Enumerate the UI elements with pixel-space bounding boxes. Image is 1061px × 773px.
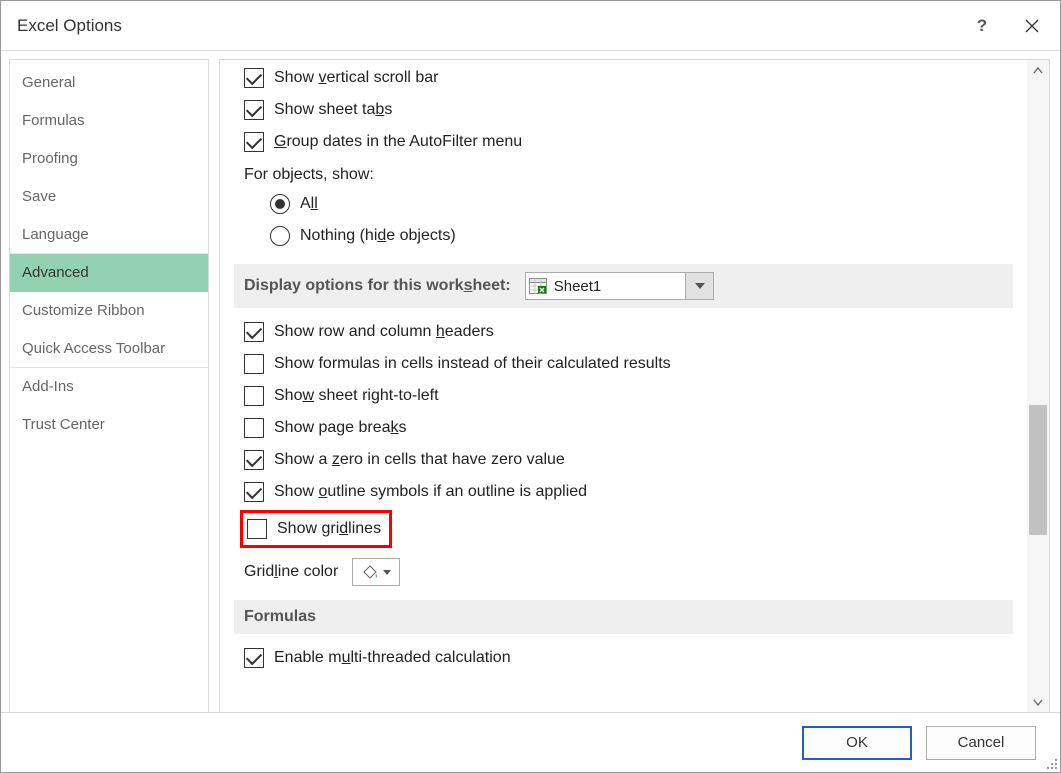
checkbox[interactable] <box>244 648 264 668</box>
help-button[interactable]: ? <box>972 16 992 36</box>
checkbox-label: Show sheet tabs <box>274 101 392 119</box>
section-title: Formulas <box>244 608 316 626</box>
ok-button[interactable]: OK <box>802 726 912 760</box>
worksheet-icon <box>526 273 550 299</box>
category-sidebar: General Formulas Proofing Save Language … <box>9 59 209 714</box>
sidebar-item-add-ins[interactable]: Add-Ins <box>10 368 208 406</box>
for-objects-show-label: For objects, show: <box>244 166 1013 184</box>
checkbox[interactable] <box>244 386 264 406</box>
sidebar-item-quick-access[interactable]: Quick Access Toolbar <box>10 330 208 368</box>
checkbox-label: Show formulas in cells instead of their … <box>274 355 671 373</box>
worksheet-selector[interactable]: Sheet1 <box>525 272 715 300</box>
option-show-vertical-scroll[interactable]: Show vertical scroll bar <box>244 64 1013 92</box>
checkbox[interactable] <box>244 322 264 342</box>
checkbox-label: Show vertical scroll bar <box>274 69 439 87</box>
sidebar-item-trust-center[interactable]: Trust Center <box>10 406 208 444</box>
radio-label: Nothing (hide objects) <box>300 227 456 245</box>
checkbox[interactable] <box>244 418 264 438</box>
option-show-sheet-tabs[interactable]: Show sheet tabs <box>244 96 1013 124</box>
cancel-button[interactable]: Cancel <box>926 726 1036 760</box>
body: General Formulas Proofing Save Language … <box>1 51 1060 714</box>
checkbox-label: Group dates in the AutoFilter menu <box>274 133 522 151</box>
options-content: Show vertical scroll bar Show sheet tabs… <box>220 59 1027 713</box>
checkbox[interactable] <box>244 132 264 152</box>
gridline-color-row: Gridline color <box>244 558 1013 586</box>
checkbox-label: Enable multi-threaded calculation <box>274 649 511 667</box>
sidebar-item-save[interactable]: Save <box>10 178 208 216</box>
option-show-row-col-headers[interactable]: Show row and column headers <box>244 318 1013 346</box>
checkbox[interactable] <box>244 450 264 470</box>
sidebar-item-advanced[interactable]: Advanced <box>10 254 208 292</box>
chevron-down-icon <box>1033 697 1043 707</box>
checkbox[interactable] <box>244 100 264 120</box>
option-show-gridlines[interactable]: Show gridlines <box>247 515 381 543</box>
option-show-page-breaks[interactable]: Show page breaks <box>244 414 1013 442</box>
dialog-footer: OK Cancel <box>1 712 1060 772</box>
radio-option-all[interactable]: All <box>270 190 1013 218</box>
titlebar: Excel Options ? <box>1 1 1060 51</box>
checkbox-label: Show sheet right-to-left <box>274 387 439 405</box>
formulas-section-header: Formulas <box>234 600 1013 634</box>
checkbox[interactable] <box>244 354 264 374</box>
scroll-thumb[interactable] <box>1029 405 1047 535</box>
sidebar-item-formulas[interactable]: Formulas <box>10 102 208 140</box>
radio[interactable] <box>270 226 290 246</box>
scroll-down-button[interactable] <box>1027 691 1049 713</box>
chevron-up-icon <box>1033 66 1043 76</box>
sidebar-item-general[interactable]: General <box>10 64 208 102</box>
dialog-title: Excel Options <box>17 16 972 36</box>
chevron-down-icon <box>695 283 705 289</box>
option-show-formulas[interactable]: Show formulas in cells instead of their … <box>244 350 1013 378</box>
section-title: Display options for this worksheet: <box>244 277 511 295</box>
radio-option-nothing[interactable]: Nothing (hide objects) <box>270 222 1013 250</box>
worksheet-name: Sheet1 <box>550 278 686 295</box>
option-show-outline[interactable]: Show outline symbols if an outline is ap… <box>244 478 1013 506</box>
annotation-highlight: Show gridlines <box>240 510 392 548</box>
radio-label: All <box>300 195 318 213</box>
checkbox-label: Show row and column headers <box>274 323 494 341</box>
option-enable-multithread[interactable]: Enable multi-threaded calculation <box>244 644 1013 672</box>
option-show-sheet-rtl[interactable]: Show sheet right-to-left <box>244 382 1013 410</box>
checkbox-label: Show page breaks <box>274 419 407 437</box>
close-icon <box>1024 18 1040 34</box>
worksheet-dropdown-button[interactable] <box>685 273 713 299</box>
gridline-color-label: Gridline color <box>244 563 338 581</box>
gridline-color-picker[interactable] <box>352 558 400 586</box>
close-button[interactable] <box>1020 14 1044 38</box>
vertical-scrollbar[interactable] <box>1027 60 1049 713</box>
checkbox-label: Show a zero in cells that have zero valu… <box>274 451 565 469</box>
checkbox-label: Show gridlines <box>277 520 381 538</box>
paint-bucket-icon <box>361 565 379 579</box>
titlebar-controls: ? <box>972 14 1044 38</box>
sidebar-item-proofing[interactable]: Proofing <box>10 140 208 178</box>
options-panel: Show vertical scroll bar Show sheet tabs… <box>219 59 1050 714</box>
sidebar-item-customize-ribbon[interactable]: Customize Ribbon <box>10 292 208 330</box>
chevron-down-icon <box>383 570 391 575</box>
option-group-dates-autofilter[interactable]: Group dates in the AutoFilter menu <box>244 128 1013 156</box>
radio[interactable] <box>270 194 290 214</box>
checkbox[interactable] <box>244 482 264 502</box>
checkbox[interactable] <box>244 68 264 88</box>
sidebar-item-language[interactable]: Language <box>10 216 208 254</box>
resize-grip[interactable] <box>1043 755 1057 769</box>
option-show-zero[interactable]: Show a zero in cells that have zero valu… <box>244 446 1013 474</box>
scroll-up-button[interactable] <box>1027 60 1049 82</box>
checkbox[interactable] <box>247 519 267 539</box>
worksheet-display-section-header: Display options for this worksheet: Shee… <box>234 264 1013 308</box>
checkbox-label: Show outline symbols if an outline is ap… <box>274 483 587 501</box>
